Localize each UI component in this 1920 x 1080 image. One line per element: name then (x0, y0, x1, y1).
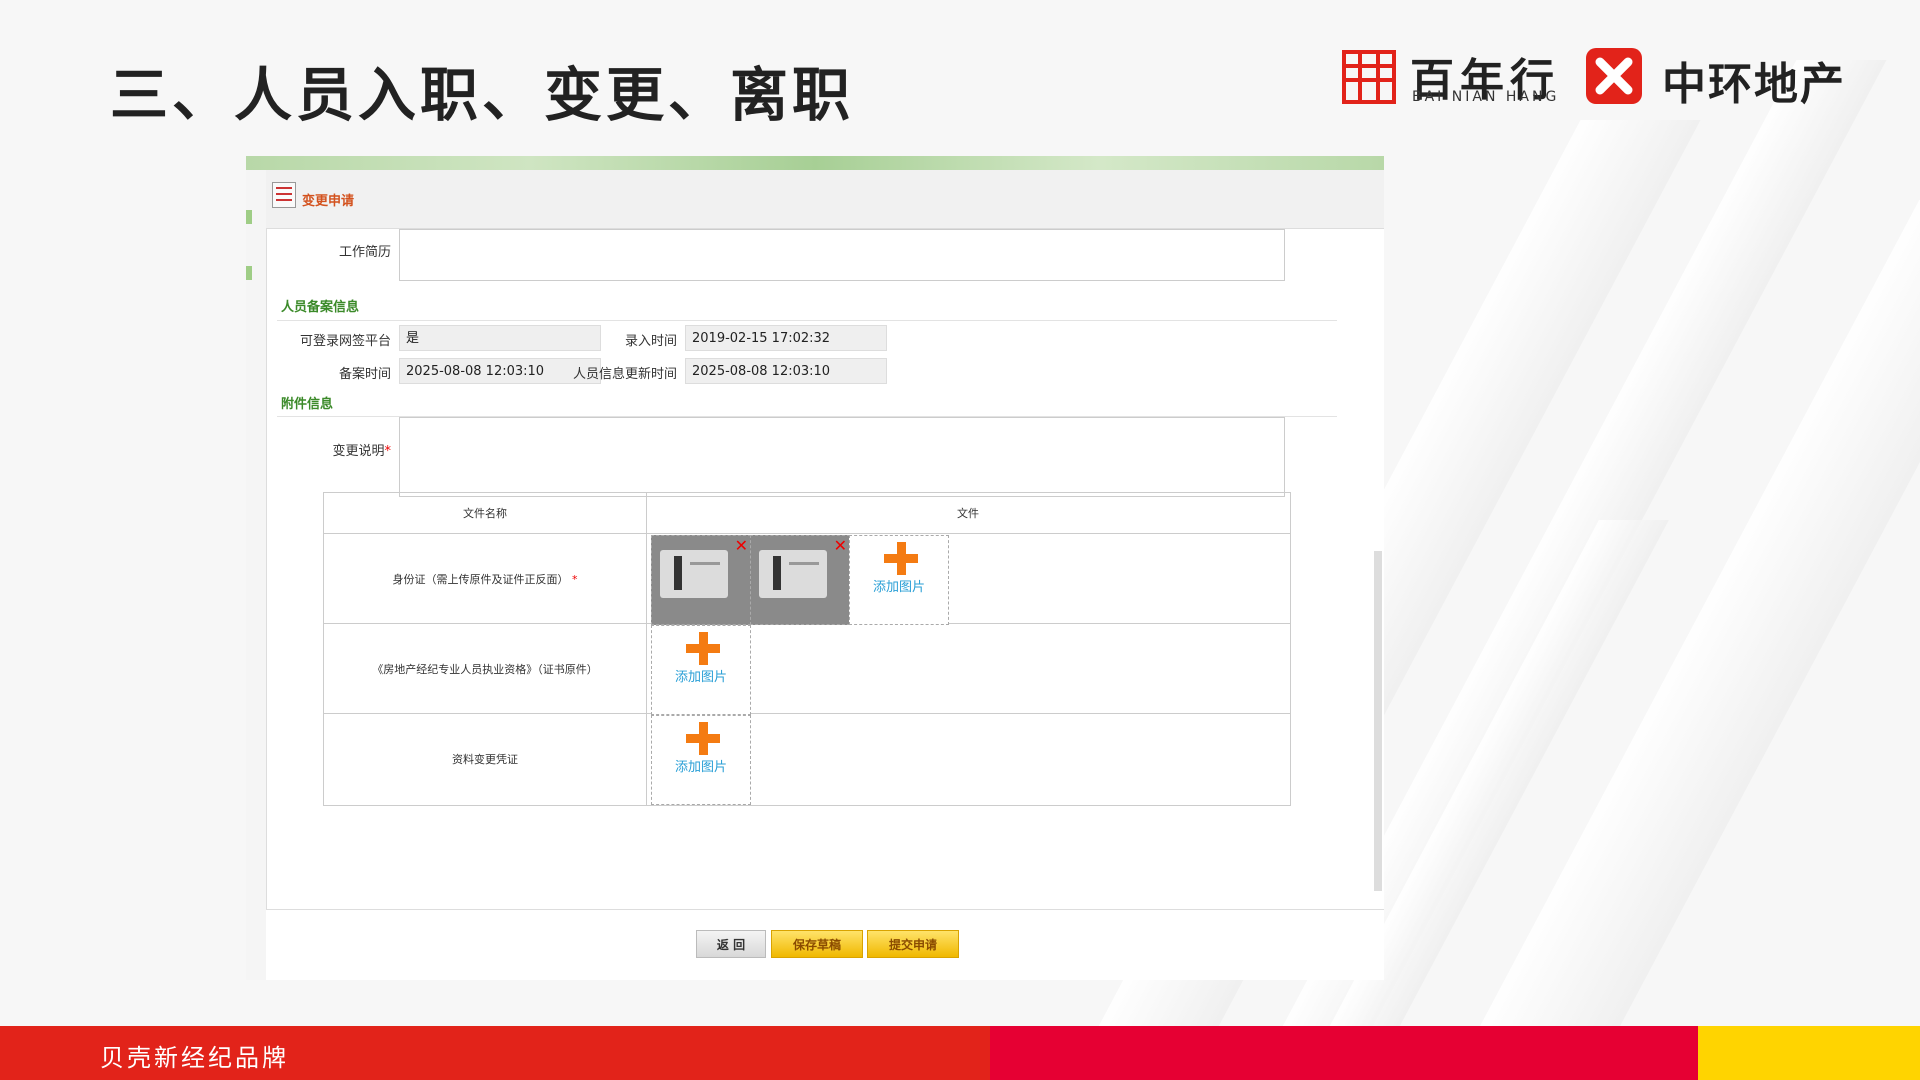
work-history-label: 工作简历 (338, 245, 391, 260)
scrollbar[interactable] (1374, 551, 1382, 891)
footer-bar: 贝壳新经纪品牌 (0, 1026, 1920, 1080)
form-document-icon (272, 182, 296, 208)
submit-button[interactable]: 提交申请 (867, 930, 959, 958)
footer-yellow-band (1698, 1026, 1920, 1080)
bainianhang-subtitle: BAI NIAN HANG (1412, 89, 1560, 105)
zhonghuan-name: 中环地产 (1662, 59, 1846, 110)
form-content: 工作简历 人员备案信息 可登录网签平台 是 录入时间 2019-02-15 17… (266, 228, 1384, 910)
bainianhang-logo: 百年行 BAI NIAN HANG (1342, 46, 1562, 110)
record-time-label: 备案时间 (338, 367, 391, 382)
zhonghuan-mark-icon (1586, 48, 1642, 104)
delete-image-icon[interactable]: ✕ (834, 536, 847, 555)
app-top-banner (246, 156, 1384, 170)
file-row-license: 《房地产经纪专业人员执业资格》（证书原件） (372, 663, 598, 676)
section-record-title: 人员备案信息 (281, 300, 360, 315)
slide-title: 三、人员入职、变更、离职 (110, 61, 855, 129)
attachment-table: 文件名称 文件 身份证（需上传原件及证件正反面） * ✕ ✕ 添加图片 《房地产… (323, 492, 1291, 806)
add-image-button[interactable]: 添加图片 (651, 715, 751, 805)
work-history-field[interactable] (399, 229, 1285, 281)
update-time-label: 人员信息更新时间 (572, 367, 677, 382)
add-image-button[interactable]: 添加图片 (651, 625, 751, 715)
change-desc-label: 变更说明* (332, 444, 392, 459)
entry-time-label: 录入时间 (624, 334, 677, 349)
required-mark: * (384, 444, 392, 459)
app-screenshot: 变更申请 工作简历 人员备案信息 可登录网签平台 是 录入时间 2019-02-… (246, 156, 1384, 980)
footer-brand-text: 贝壳新经纪品牌 (100, 1044, 289, 1072)
delete-image-icon[interactable]: ✕ (735, 536, 748, 555)
save-draft-button[interactable]: 保存草稿 (771, 930, 863, 958)
window-title: 变更申请 (302, 194, 355, 209)
col-header-file: 文件 (957, 507, 979, 520)
section-divider (277, 320, 1337, 321)
bainianhang-mark-icon (1342, 50, 1396, 104)
left-frame-edge (246, 170, 266, 980)
section-attach-title: 附件信息 (281, 397, 334, 412)
zhonghuan-logo: 中环地产 (1586, 46, 1866, 110)
update-time-value: 2025-08-08 12:03:10 (685, 358, 887, 384)
uploaded-image-thumb[interactable]: ✕ (750, 535, 850, 625)
file-row-id-card: 身份证（需上传原件及证件正反面） * (392, 573, 578, 586)
can-login-value: 是 (399, 325, 601, 351)
change-desc-field[interactable] (399, 417, 1285, 497)
entry-time-value: 2019-02-15 17:02:32 (685, 325, 887, 351)
add-image-button[interactable]: 添加图片 (849, 535, 949, 625)
footer-crimson-band (990, 1026, 1698, 1080)
col-header-name: 文件名称 (463, 507, 507, 520)
can-login-label: 可登录网签平台 (299, 334, 391, 349)
file-row-change-proof: 资料变更凭证 (452, 753, 518, 766)
uploaded-image-thumb[interactable]: ✕ (651, 535, 751, 625)
back-button[interactable]: 返 回 (696, 930, 766, 958)
window-header: 变更申请 (266, 170, 1384, 229)
